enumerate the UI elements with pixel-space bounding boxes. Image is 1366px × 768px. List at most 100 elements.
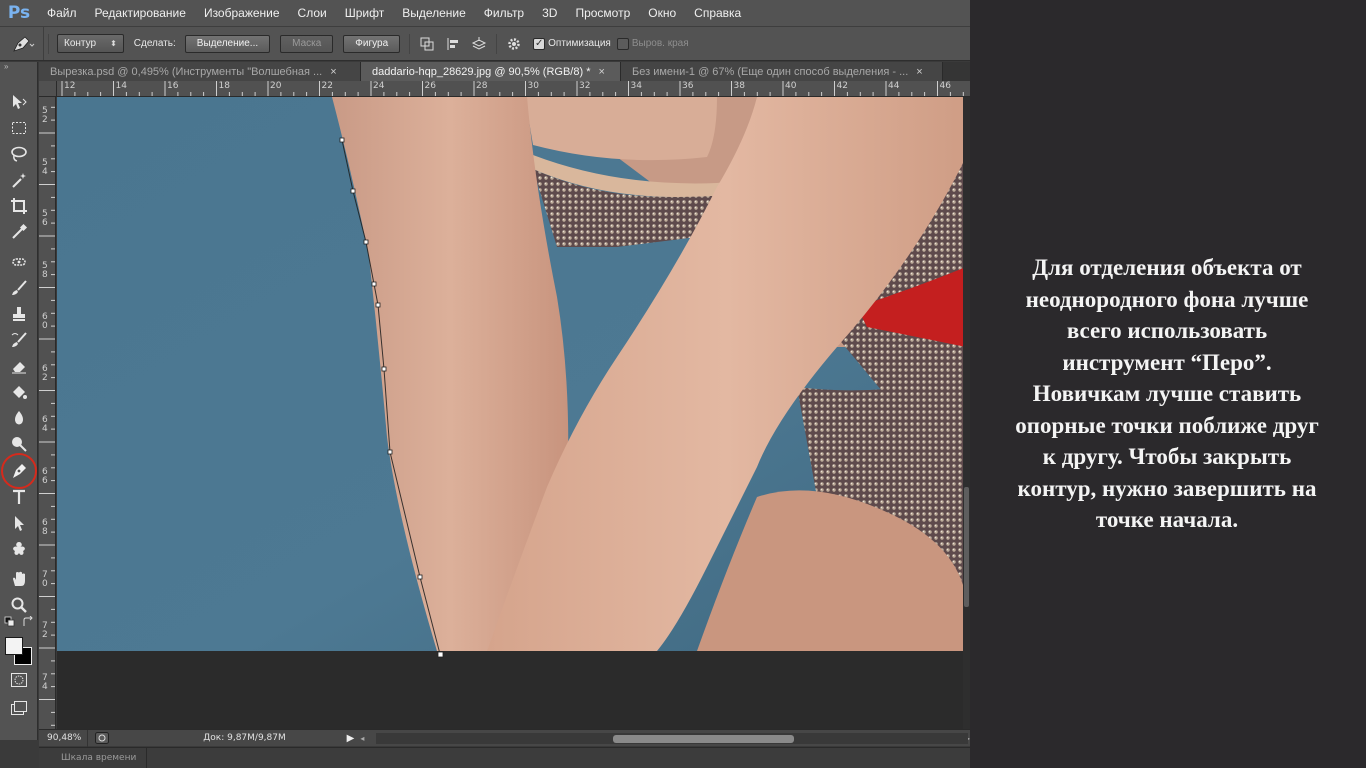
menu-item-layers[interactable]: Слои bbox=[289, 0, 336, 26]
canvas-area[interactable] bbox=[57, 97, 970, 729]
horizontal-scrollbar[interactable] bbox=[376, 732, 968, 744]
ruler-label: 20 bbox=[270, 81, 282, 91]
path-alignment-icon[interactable] bbox=[440, 31, 466, 57]
ruler-label: 38 bbox=[733, 81, 745, 91]
menu-item-select[interactable]: Выделение bbox=[393, 0, 475, 26]
status-info-icon[interactable] bbox=[88, 730, 115, 747]
eraser-tool-icon[interactable] bbox=[5, 354, 33, 378]
move-tool-icon[interactable] bbox=[5, 90, 33, 114]
gear-icon[interactable] bbox=[501, 31, 527, 57]
quick-mask-icon[interactable] bbox=[5, 668, 33, 692]
ruler-label: 18 bbox=[218, 81, 230, 91]
ruler-label: 44 bbox=[888, 81, 900, 91]
menu-item-3d[interactable]: 3D bbox=[533, 0, 566, 26]
vertical-ruler[interactable]: 52 54 56 58 60 62 64 66 68 70 72 74 bbox=[39, 97, 56, 729]
menu-item-filter[interactable]: Фильтр bbox=[475, 0, 533, 26]
caption-line: к другу. Чтобы закрыть bbox=[1042, 444, 1292, 469]
healing-brush-tool-icon[interactable] bbox=[5, 250, 33, 274]
path-arrangement-icon[interactable] bbox=[466, 31, 492, 57]
pen-mode-value: Контур bbox=[64, 38, 97, 49]
ruler-label: 24 bbox=[373, 81, 385, 91]
make-mask-button[interactable]: Маска bbox=[280, 34, 334, 53]
tab-daddario[interactable]: daddario-hqp_28629.jpg @ 90,5% (RGB/8) *… bbox=[361, 62, 621, 81]
ruler-label: 12 bbox=[64, 81, 76, 91]
menu-item-file[interactable]: Файл bbox=[38, 0, 86, 26]
menu-item-help[interactable]: Справка bbox=[685, 0, 750, 26]
make-label: Сделать: bbox=[133, 38, 176, 49]
menu-item-view[interactable]: Просмотр bbox=[566, 0, 639, 26]
magic-wand-tool-icon[interactable] bbox=[5, 168, 33, 192]
auto-add-delete-checkbox[interactable]: ✓ bbox=[533, 37, 546, 50]
ruler-origin[interactable] bbox=[39, 81, 57, 97]
foreground-color-swatch[interactable] bbox=[5, 637, 23, 655]
history-brush-tool-icon[interactable] bbox=[5, 328, 33, 352]
type-tool-icon[interactable] bbox=[5, 485, 33, 509]
make-selection-button[interactable]: Выделение... bbox=[184, 34, 271, 53]
close-icon[interactable]: × bbox=[598, 66, 604, 78]
brush-tool-icon[interactable] bbox=[5, 276, 33, 300]
path-selection-tool-icon[interactable] bbox=[5, 511, 33, 535]
hand-tool-icon[interactable] bbox=[5, 567, 33, 591]
custom-shape-tool-icon[interactable] bbox=[5, 537, 33, 561]
ruler-label: 16 bbox=[167, 81, 179, 91]
anchor-point-end bbox=[437, 651, 444, 658]
document-tab-bar: Вырезка.psd @ 0,495% (Инструменты "Волше… bbox=[39, 62, 970, 81]
zoom-level[interactable]: 90,48% bbox=[39, 729, 89, 747]
path-operations-icon[interactable] bbox=[414, 31, 440, 57]
tool-preset-picker[interactable] bbox=[0, 27, 44, 60]
ruler-label: 56 bbox=[42, 209, 48, 228]
menu-item-edit[interactable]: Редактирование bbox=[86, 0, 195, 26]
ruler-label: 70 bbox=[42, 569, 48, 589]
ruler-label: 66 bbox=[42, 466, 48, 486]
caption-line: контур, нужно завершить на bbox=[1017, 475, 1317, 501]
ruler-label: 68 bbox=[42, 518, 48, 537]
zoom-tool-icon[interactable] bbox=[5, 593, 33, 617]
vertical-scrollbar[interactable] bbox=[963, 97, 970, 729]
crop-tool-icon[interactable] bbox=[5, 194, 33, 218]
screen-mode-icon[interactable] bbox=[5, 696, 33, 720]
ruler-label: 14 bbox=[115, 81, 127, 91]
ruler-label: 58 bbox=[42, 260, 48, 280]
close-icon[interactable]: × bbox=[916, 66, 922, 78]
status-bar: 90,48% Док: 9,87M/9,87M ▶ ◂ ▸ bbox=[39, 729, 970, 747]
ruler-label: 52 bbox=[42, 106, 48, 125]
close-icon[interactable]: × bbox=[330, 66, 336, 78]
clone-stamp-tool-icon[interactable] bbox=[5, 302, 33, 326]
default-colors-icon[interactable] bbox=[2, 615, 18, 629]
tab-vyrezka[interactable]: Вырезка.psd @ 0,495% (Инструменты "Волше… bbox=[39, 62, 361, 81]
blur-tool-icon[interactable] bbox=[5, 406, 33, 430]
lasso-tool-icon[interactable] bbox=[5, 142, 33, 166]
align-edges-checkbox[interactable] bbox=[616, 37, 629, 50]
tab-untitled-1[interactable]: Без имени-1 @ 67% (Еще один способ выдел… bbox=[621, 62, 943, 81]
eyedropper-tool-icon[interactable] bbox=[5, 220, 33, 244]
caption-line: инструмент “Перо”. bbox=[1062, 349, 1272, 375]
caption-line: Новичкам лучше ставить bbox=[1032, 381, 1302, 406]
horizontal-ruler[interactable]: 12 14 16 18 20 22 24 26 28 30 32 34 36 38 40 42 44 46 bbox=[57, 81, 970, 97]
scroll-left-arrow-icon[interactable]: ◂ bbox=[360, 734, 364, 743]
make-shape-button[interactable]: Фигура bbox=[343, 34, 401, 53]
toolbox: » bbox=[0, 62, 38, 740]
horizontal-scrollbar-thumb[interactable] bbox=[613, 734, 795, 743]
ruler-label: 32 bbox=[579, 81, 591, 91]
menu-item-window[interactable]: Окно bbox=[639, 0, 685, 26]
menu-item-type[interactable]: Шрифт bbox=[336, 0, 393, 26]
separator bbox=[48, 33, 49, 54]
menu-bar: Ps Файл Редактирование Изображение Слои … bbox=[0, 0, 970, 26]
tab-label: daddario-hqp_28629.jpg @ 90,5% (RGB/8) * bbox=[372, 65, 591, 78]
swap-colors-icon[interactable] bbox=[20, 615, 36, 629]
marquee-tool-icon[interactable] bbox=[5, 116, 33, 140]
menu-item-image[interactable]: Изображение bbox=[195, 0, 289, 26]
pen-mode-dropdown[interactable]: Контур ⬍ bbox=[57, 34, 124, 53]
toolbox-collapse-icon[interactable]: » bbox=[0, 62, 37, 72]
timeline-panel: Шкала времени bbox=[39, 747, 970, 768]
ruler-label: 40 bbox=[785, 81, 797, 91]
document-size: Док: 9,87M/9,87M bbox=[203, 733, 286, 743]
auto-add-delete-label: Оптимизация bbox=[548, 38, 611, 49]
pen-tool-icon[interactable] bbox=[5, 459, 33, 483]
caption-line: опорные точки поближе друг bbox=[1015, 412, 1319, 438]
timeline-tab[interactable]: Шкала времени bbox=[39, 748, 147, 768]
ruler-label: 36 bbox=[682, 81, 694, 91]
paint-bucket-tool-icon[interactable] bbox=[5, 380, 33, 404]
status-menu-arrow-icon[interactable]: ▶ bbox=[347, 733, 355, 744]
vertical-scrollbar-thumb[interactable] bbox=[964, 487, 969, 607]
